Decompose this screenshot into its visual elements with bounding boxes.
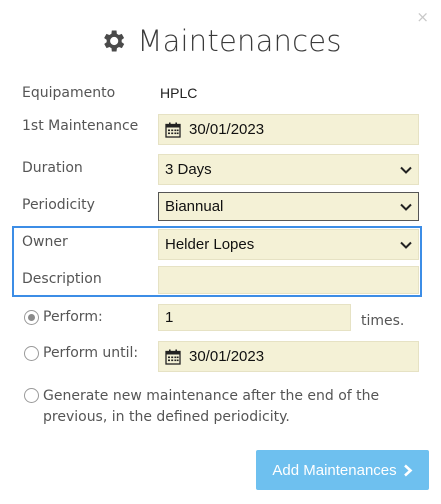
description-input[interactable] [158,266,419,294]
first-maintenance-date-field[interactable]: 30/01/2023 [158,114,419,145]
generate-option-label: Generate new maintenance after the end o… [43,388,380,425]
duration-label: Duration [22,160,83,176]
gear-icon [104,30,125,52]
owner-select[interactable]: Helder Lopes [158,229,419,260]
owner-value: Helder Lopes [165,236,255,253]
perform-count-value: 1 [165,309,174,326]
equipment-label: Equipamento [22,85,116,101]
perform-radio[interactable] [24,310,39,325]
periodicity-label: Periodicity [22,197,95,213]
perform-label: Perform: [43,309,103,325]
periodicity-value: Biannual [165,198,224,215]
perform-until-radio[interactable] [24,346,39,361]
owner-label: Owner [22,234,68,250]
first-maintenance-label: 1st Maintenance [22,118,139,134]
page-title: Maintenances [137,24,342,58]
duration-select[interactable]: 3 Days [158,154,419,185]
perform-until-date-field[interactable]: 30/01/2023 [158,341,419,372]
description-label: Description [22,271,102,287]
calendar-icon[interactable] [165,349,181,365]
chevron-down-icon [400,166,412,174]
perform-until-value: 30/01/2023 [189,348,265,365]
perform-until-label: Perform until: [43,345,139,361]
first-maintenance-value: 30/01/2023 [189,121,265,138]
perform-count-input[interactable]: 1 [158,304,351,331]
chevron-down-icon [400,203,412,211]
generate-radio[interactable] [24,388,39,403]
periodicity-select[interactable]: Biannual [158,192,419,221]
dialog-header: Maintenances [0,24,441,58]
calendar-icon[interactable] [165,122,181,138]
times-label: times. [361,313,405,329]
equipment-value: HPLC [160,85,198,101]
chevron-right-icon [403,464,413,476]
duration-value: 3 Days [165,161,212,178]
chevron-down-icon [400,241,412,249]
add-maintenances-button[interactable]: Add Maintenances [256,450,429,490]
add-maintenances-label: Add Maintenances [272,461,397,479]
